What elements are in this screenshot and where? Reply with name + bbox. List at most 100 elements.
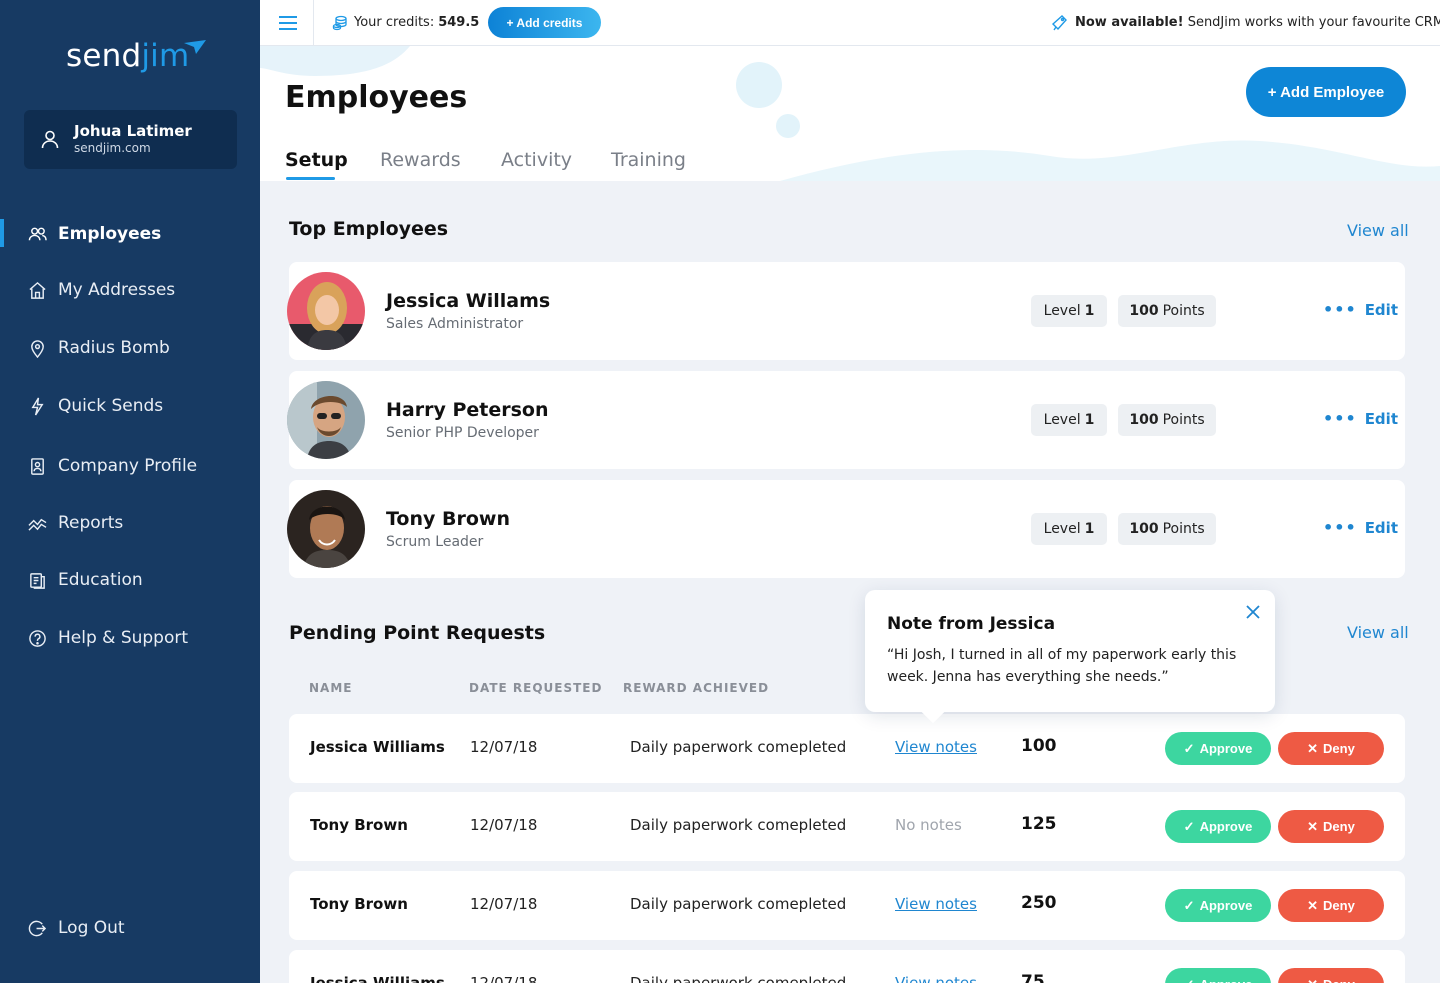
view-notes-link[interactable]: View notes xyxy=(895,895,977,913)
level-label: Level xyxy=(1043,303,1081,319)
deny-label: Deny xyxy=(1323,819,1355,834)
announcement-banner[interactable]: Now available! SendJim works with your f… xyxy=(1075,15,1440,30)
tab-training[interactable]: Training xyxy=(611,149,686,171)
points-label: Points xyxy=(1162,521,1205,537)
tab-setup[interactable]: Setup xyxy=(285,149,348,171)
view-notes-link[interactable]: View notes xyxy=(895,738,977,756)
approve-label: Approve xyxy=(1200,977,1253,983)
notes-popover: Note from Jessica “Hi Josh, I turned in … xyxy=(865,590,1275,712)
more-dots-icon: ••• xyxy=(1323,300,1357,319)
approve-button[interactable]: ✓ Approve xyxy=(1165,810,1271,843)
request-reward: Daily paperwork comepleted xyxy=(630,895,847,913)
avatar xyxy=(287,272,365,350)
request-points: 75 xyxy=(1021,972,1045,983)
add-credits-button[interactable]: + Add credits xyxy=(488,7,601,38)
request-row: Tony Brown 12/07/18 Daily paperwork come… xyxy=(289,792,1405,861)
home-icon xyxy=(29,281,46,299)
check-icon: ✓ xyxy=(1183,818,1195,834)
page-title: Employees xyxy=(285,80,468,115)
add-employee-button[interactable]: + Add Employee xyxy=(1246,67,1406,117)
employee-name: Tony Brown xyxy=(386,508,511,530)
hamburger-menu-button[interactable] xyxy=(260,0,314,46)
edit-label: Edit xyxy=(1364,519,1398,537)
edit-employee-button[interactable]: ••• Edit xyxy=(1323,301,1398,319)
approve-button[interactable]: ✓ Approve xyxy=(1165,889,1271,922)
points-value: 100 xyxy=(1129,303,1159,319)
request-points: 250 xyxy=(1021,893,1057,913)
sidebar-item-label: Company Profile xyxy=(58,456,198,476)
deny-button[interactable]: ✕ Deny xyxy=(1278,810,1384,843)
close-icon[interactable] xyxy=(1246,605,1260,619)
employee-role: Sales Administrator xyxy=(386,316,524,332)
employee-card: Tony Brown Scrum Leader Level 1 100 Points… xyxy=(287,480,1405,578)
employee-name: Jessica Willams xyxy=(386,290,551,312)
lightning-icon xyxy=(31,397,44,416)
book-icon xyxy=(30,573,45,589)
sidebar-item-radius-bomb[interactable]: Radius Bomb xyxy=(0,331,260,365)
tab-activity[interactable]: Activity xyxy=(501,149,572,171)
decorative-bubble xyxy=(736,62,782,108)
level-badge: Level 1 xyxy=(1031,404,1107,436)
sidebar-item-label: Employees xyxy=(58,224,162,244)
tab-rewards[interactable]: Rewards xyxy=(380,149,461,171)
sidebar-item-help-support[interactable]: Help & Support xyxy=(0,621,260,655)
no-notes-label: No notes xyxy=(895,816,962,834)
view-notes-link[interactable]: View notes xyxy=(895,974,977,983)
pending-requests-view-all-link[interactable]: View all xyxy=(1347,623,1409,642)
request-row: Jessica Williams 12/07/18 Daily paperwor… xyxy=(289,950,1405,983)
close-icon: ✕ xyxy=(1307,740,1319,756)
level-badge: Level 1 xyxy=(1031,513,1107,545)
request-row: Tony Brown 12/07/18 Daily paperwork come… xyxy=(289,871,1405,940)
avatar xyxy=(287,490,365,568)
deny-label: Deny xyxy=(1323,898,1355,913)
user-name: Johua Latimer xyxy=(74,122,192,140)
approve-button[interactable]: ✓ Approve xyxy=(1165,732,1271,765)
sidebar-item-label: Education xyxy=(58,570,143,590)
active-tab-indicator xyxy=(286,177,335,180)
sidebar-item-education[interactable]: Education xyxy=(0,563,260,597)
deny-button[interactable]: ✕ Deny xyxy=(1278,889,1384,922)
request-reward: Daily paperwork comepleted xyxy=(630,974,847,983)
deny-button[interactable]: ✕ Deny xyxy=(1278,968,1384,983)
check-icon: ✓ xyxy=(1183,740,1195,756)
sidebar-item-reports[interactable]: Reports xyxy=(0,506,260,540)
top-employees-view-all-link[interactable]: View all xyxy=(1347,221,1409,240)
level-label: Level xyxy=(1043,521,1081,537)
hamburger-icon xyxy=(279,16,297,18)
sidebar-item-label: Help & Support xyxy=(58,628,189,648)
chart-icon xyxy=(28,518,47,531)
sendjim-logo[interactable]: sendjim xyxy=(66,38,189,74)
pending-requests-title: Pending Point Requests xyxy=(289,622,546,644)
edit-employee-button[interactable]: ••• Edit xyxy=(1323,410,1398,428)
top-bar: Your credits: 549.5 + Add credits Now ava… xyxy=(260,0,1440,46)
map-pin-icon xyxy=(31,340,44,358)
popover-body: “Hi Josh, I turned in all of my paperwor… xyxy=(887,647,1237,685)
users-icon xyxy=(28,227,47,241)
close-icon: ✕ xyxy=(1307,977,1318,983)
sidebar-item-company-profile[interactable]: Company Profile xyxy=(0,449,260,483)
logout-button[interactable]: Log Out xyxy=(0,911,260,945)
column-header-name: NAME xyxy=(309,681,353,695)
approve-button[interactable]: ✓ Approve xyxy=(1165,968,1271,983)
announcement-text: SendJim works with your favourite CRM xyxy=(1183,15,1440,30)
request-reward: Daily paperwork comepleted xyxy=(630,738,847,756)
request-row: Jessica Williams 12/07/18 Daily paperwor… xyxy=(289,714,1405,783)
edit-employee-button[interactable]: ••• Edit xyxy=(1323,519,1398,537)
level-value: 1 xyxy=(1084,303,1095,319)
request-reward: Daily paperwork comepleted xyxy=(630,816,847,834)
badge-icon xyxy=(31,458,44,475)
request-name: Jessica Williams xyxy=(310,738,445,756)
page-header: Employees + Add Employee Setup Rewards A… xyxy=(260,46,1440,181)
announcement-bold: Now available! xyxy=(1075,15,1184,30)
employee-role: Scrum Leader xyxy=(386,534,484,550)
logout-icon xyxy=(28,920,47,937)
sidebar-item-quick-sends[interactable]: Quick Sends xyxy=(0,389,260,423)
deny-button[interactable]: ✕ Deny xyxy=(1278,732,1384,765)
megaphone-icon xyxy=(1051,15,1067,31)
employee-name: Harry Peterson xyxy=(386,399,549,421)
sidebar-item-my-addresses[interactable]: My Addresses xyxy=(0,273,260,307)
user-card[interactable]: Johua Latimer sendjim.com xyxy=(24,110,237,169)
sidebar-item-employees[interactable]: Employees xyxy=(0,217,260,251)
decorative-bubble xyxy=(776,114,800,138)
level-value: 1 xyxy=(1084,412,1095,428)
